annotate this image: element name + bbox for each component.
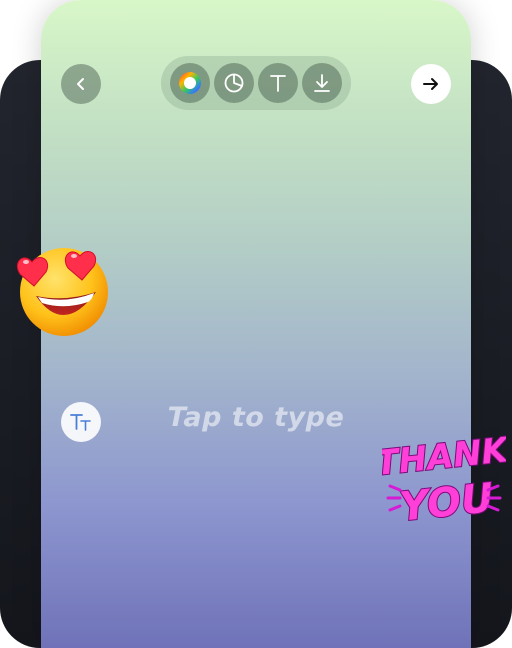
sticker-button[interactable]: [214, 63, 254, 103]
thank-you-sticker[interactable]: THANK YOU: [382, 424, 506, 534]
editor-toolbar: [161, 56, 351, 110]
text-icon: [270, 75, 286, 92]
color-picker-button[interactable]: [170, 63, 210, 103]
download-icon: [314, 74, 330, 92]
download-button[interactable]: [302, 63, 342, 103]
story-editor-stage: Tap to type THANK YOU: [0, 0, 512, 648]
next-button[interactable]: [411, 64, 451, 104]
arrow-right-icon: [423, 78, 438, 90]
heart-eyes-emoji-sticker[interactable]: [12, 240, 112, 340]
color-wheel-icon: [179, 72, 201, 94]
chevron-left-icon: [77, 78, 84, 90]
back-button[interactable]: [61, 64, 101, 104]
sticker-icon: [224, 73, 244, 93]
sparkle-lines-left: [386, 484, 402, 512]
text-tool-button[interactable]: [258, 63, 298, 103]
thank-you-line2: YOU: [397, 475, 495, 531]
